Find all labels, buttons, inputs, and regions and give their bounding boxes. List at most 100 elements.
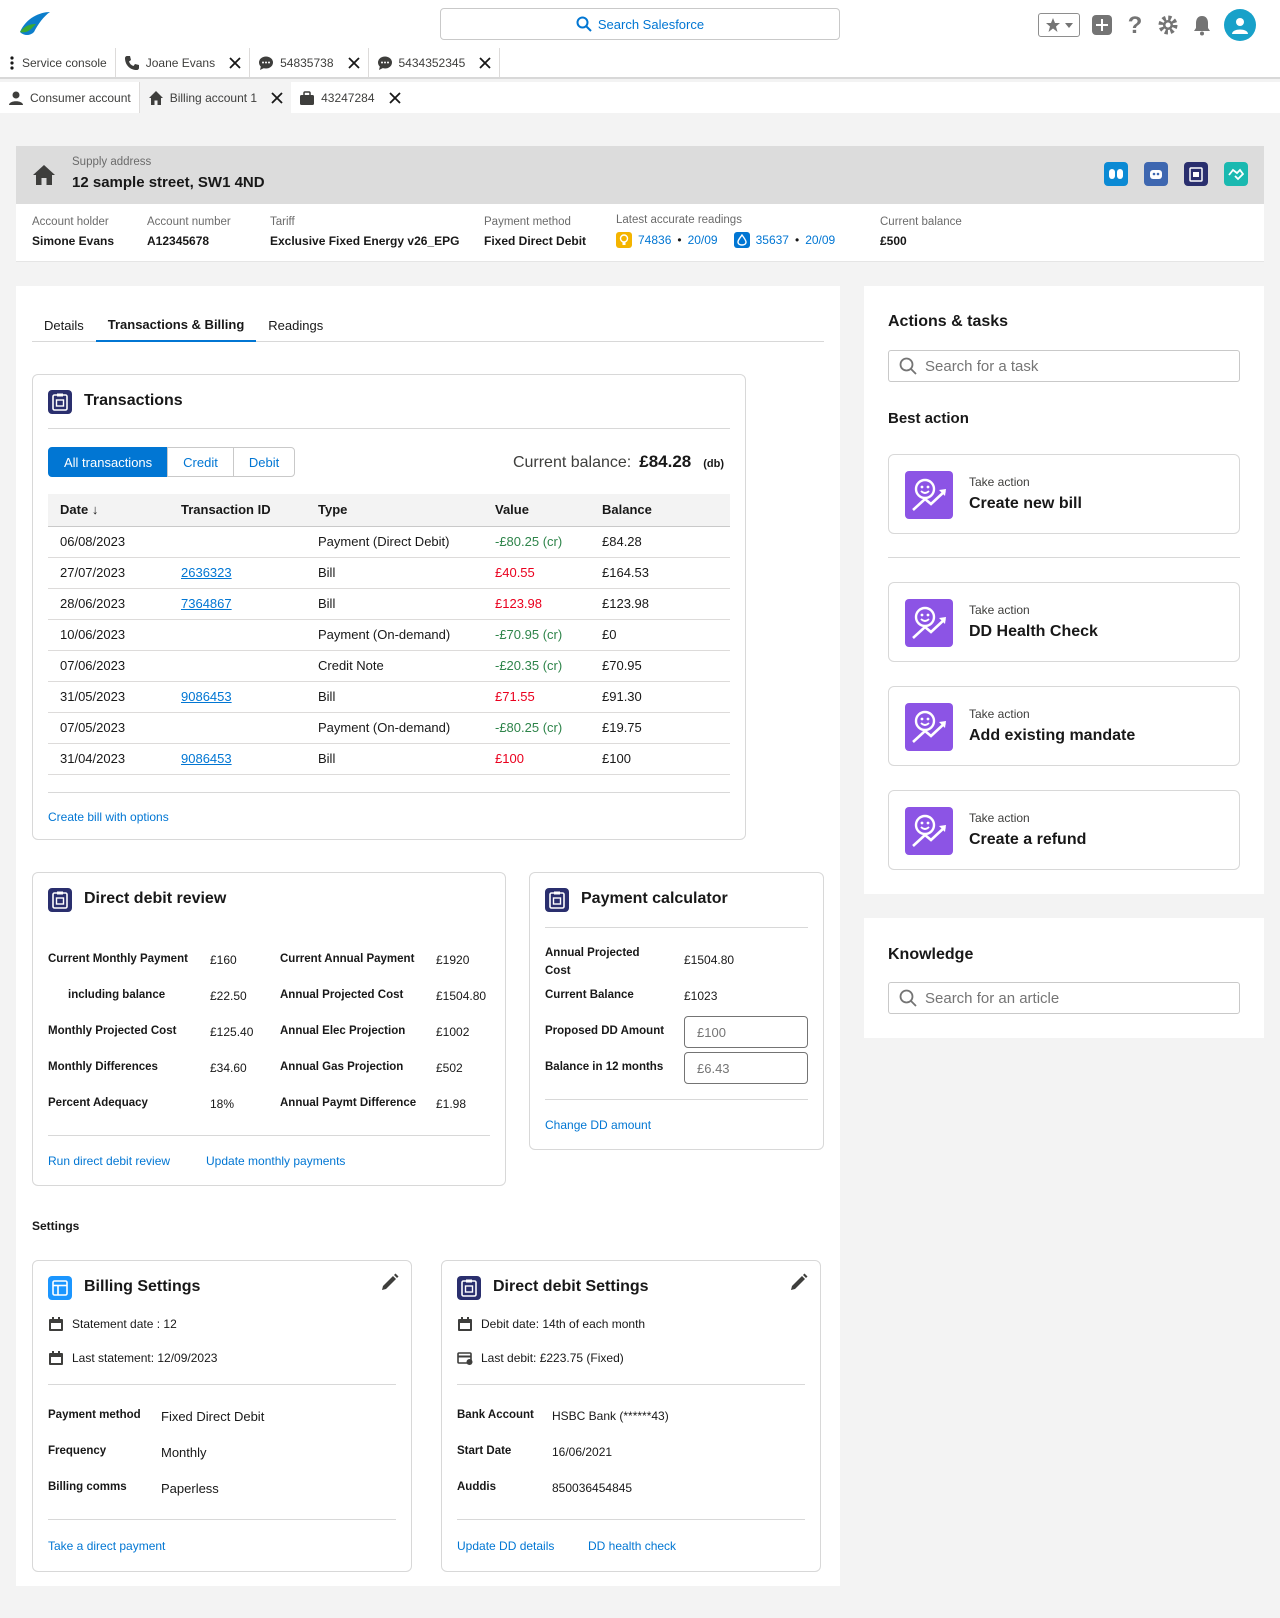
transactions-balance: Current balance: £84.28 (db) [513, 452, 724, 472]
billing-setting-value: Monthly [161, 1445, 207, 1460]
filter-debit[interactable]: Debit [232, 447, 296, 477]
filter-all-transactions[interactable]: All transactions [48, 447, 169, 477]
balance-12-months-input[interactable] [684, 1052, 808, 1084]
action-card-dd-health-check[interactable]: Take action DD Health Check [888, 582, 1240, 662]
gear-icon[interactable] [1156, 13, 1180, 37]
transaction-id-link[interactable]: 2636323 [181, 565, 232, 580]
article-search-input[interactable] [925, 989, 1225, 1007]
account-number-label: Account number [147, 216, 231, 228]
table-row: 28/06/2023 7364867 Bill £123.98 £123.98 [48, 588, 730, 620]
edit-icon[interactable] [789, 1272, 809, 1292]
subtab-billing-account[interactable]: Billing account 1 [139, 82, 292, 113]
cell-balance: £91.30 [602, 681, 730, 713]
transaction-id-link[interactable]: 7364867 [181, 596, 232, 611]
dd-value: 18% [210, 1097, 235, 1111]
action-card-add-existing-mandate[interactable]: Take action Add existing mandate [888, 686, 1240, 766]
reading-gas-date[interactable]: 20/09 [805, 233, 835, 247]
chat-icon [259, 56, 274, 70]
dd-label: Monthly Projected Cost [48, 1025, 177, 1037]
billing-icon[interactable] [1184, 162, 1208, 186]
col-date[interactable]: Date ↓ [48, 494, 181, 527]
gas-icon [733, 232, 750, 248]
proposed-dd-input[interactable] [684, 1016, 808, 1048]
tab-chat-5434352345[interactable]: 5434352345 [369, 48, 501, 77]
transaction-id-link[interactable]: 9086453 [181, 689, 232, 704]
chat-icon [377, 56, 392, 70]
cell-transaction-id [181, 650, 318, 682]
close-icon[interactable] [347, 56, 360, 69]
task-search-input[interactable] [925, 357, 1225, 375]
cell-type: Bill [318, 681, 495, 713]
col-type[interactable]: Type [318, 494, 495, 527]
subtab-43247284[interactable]: 43247284 [291, 82, 408, 113]
supply-address-label: Supply address [72, 156, 152, 168]
update-monthly-payments-link[interactable]: Update monthly payments [206, 1154, 345, 1168]
subtab-consumer-account[interactable]: Consumer account [0, 82, 140, 113]
dd-label: Annual Paymt Difference [280, 1097, 417, 1109]
tab-details[interactable]: Details [32, 308, 96, 342]
divider [48, 1384, 396, 1385]
col-balance[interactable]: Balance [602, 494, 730, 527]
transaction-id-link[interactable]: 9086453 [181, 751, 232, 766]
reading-gas-value[interactable]: 35637 [756, 233, 789, 247]
tab-chat-54835738[interactable]: 54835738 [250, 48, 369, 77]
user-avatar[interactable] [1224, 9, 1256, 41]
cell-balance: £84.28 [602, 526, 730, 558]
change-dd-amount-link[interactable]: Change DD amount [545, 1118, 651, 1132]
divider [48, 792, 730, 793]
balance-label: Current balance: [512, 454, 632, 471]
dd-review-title: Direct debit review [84, 890, 227, 907]
action-card-create-new-bill[interactable]: Take action Create new bill [888, 454, 1240, 534]
notification-bell-icon[interactable] [1190, 13, 1214, 37]
account-number: A12345678 [147, 234, 210, 248]
payment-icon [457, 1352, 473, 1365]
cell-value: -£20.35 (cr) [495, 650, 602, 682]
reading-elec-value[interactable]: 74836 [638, 233, 671, 247]
global-search[interactable]: Search Salesforce [440, 8, 840, 40]
bot-icon[interactable] [1144, 162, 1168, 186]
tab-readings[interactable]: Readings [256, 308, 335, 342]
menu-dots-icon[interactable] [8, 55, 16, 71]
cell-transaction-id: 9086453 [181, 743, 318, 775]
help-icon[interactable]: ? [1124, 12, 1146, 38]
workspace-tabs: Service console Joane Evans 54835738 543… [0, 48, 1280, 79]
reading-elec-date[interactable]: 20/09 [688, 233, 718, 247]
search-icon [899, 989, 917, 1007]
action-title: Add existing mandate [969, 727, 1136, 744]
article-search[interactable] [888, 982, 1240, 1014]
app-logo[interactable] [16, 10, 52, 38]
handshake-icon[interactable] [1224, 162, 1248, 186]
close-icon[interactable] [479, 56, 491, 69]
close-icon[interactable] [388, 91, 401, 104]
cell-transaction-id [181, 526, 318, 558]
billing-setting-label: Frequency [48, 1445, 107, 1457]
favorites-button[interactable] [1038, 13, 1080, 37]
add-icon[interactable] [1090, 13, 1114, 37]
cell-date: 07/06/2023 [48, 650, 181, 682]
tab-transactions-billing[interactable]: Transactions & Billing [95, 308, 257, 342]
dd-health-check-link[interactable]: DD health check [588, 1539, 676, 1553]
take-direct-payment-link[interactable]: Take a direct payment [48, 1539, 165, 1553]
update-dd-details-link[interactable]: Update DD details [457, 1539, 554, 1553]
dd-value: £1920 [436, 953, 470, 967]
cell-type: Payment (On-demand) [318, 619, 495, 651]
calendar-icon [49, 1351, 63, 1365]
edit-icon[interactable] [380, 1272, 400, 1292]
col-transaction-id[interactable]: Transaction ID [181, 494, 318, 527]
settings-heading: Settings [32, 1219, 80, 1233]
close-icon[interactable] [229, 56, 241, 69]
cell-transaction-id [181, 712, 318, 744]
tab-service-console[interactable]: Service console [0, 48, 116, 77]
dd-value: £502 [436, 1061, 463, 1075]
action-card-create-refund[interactable]: Take action Create a refund [888, 790, 1240, 870]
dd-value: £34.60 [210, 1061, 247, 1075]
run-dd-review-link[interactable]: Run direct debit review [48, 1154, 170, 1168]
billing-setting-value: Paperless [161, 1481, 219, 1496]
filter-credit[interactable]: Credit [167, 447, 234, 477]
create-bill-link[interactable]: Create bill with options [48, 810, 169, 824]
meters-icon[interactable] [1104, 162, 1128, 186]
col-value[interactable]: Value [495, 494, 602, 527]
tab-joane-evans[interactable]: Joane Evans [116, 48, 251, 77]
task-search[interactable] [888, 350, 1240, 382]
close-icon[interactable] [271, 91, 283, 104]
